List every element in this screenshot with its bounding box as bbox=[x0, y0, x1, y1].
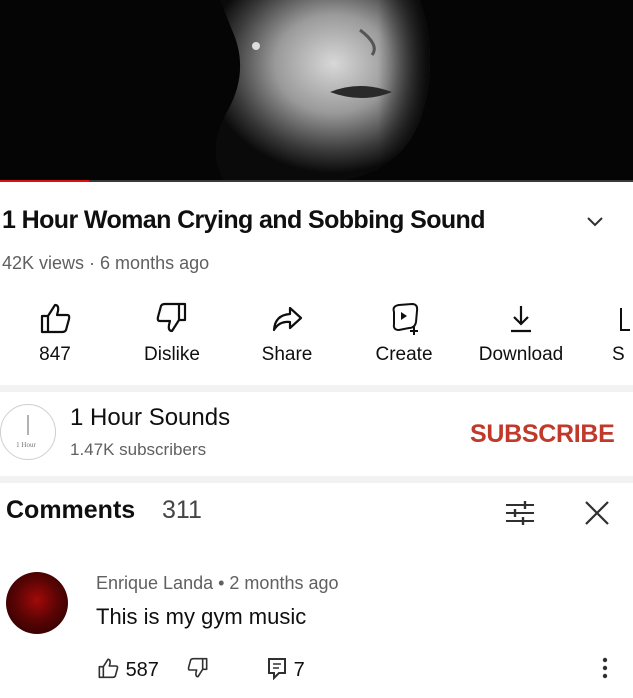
video-player[interactable] bbox=[0, 0, 633, 182]
subscriber-count: 1.47K subscribers bbox=[70, 440, 207, 459]
download-label: Download bbox=[478, 344, 564, 365]
divider bbox=[0, 385, 633, 392]
subscribe-button[interactable]: SUBSCRIBE bbox=[470, 420, 615, 449]
like-count: 847 bbox=[39, 344, 71, 365]
save-button[interactable]: S bbox=[610, 300, 632, 366]
channel-logo-text: 1 Hour bbox=[16, 441, 36, 449]
more-options-icon[interactable] bbox=[600, 655, 610, 681]
comment-dislike-button[interactable] bbox=[186, 656, 210, 682]
thumbs-up-icon bbox=[40, 303, 71, 334]
progress-bar[interactable] bbox=[0, 180, 633, 182]
comment-like-button[interactable]: 587 bbox=[96, 656, 159, 682]
reply-icon bbox=[268, 658, 286, 681]
dislike-label: Dislike bbox=[144, 344, 200, 365]
divider bbox=[0, 476, 633, 483]
save-label: S bbox=[612, 344, 625, 365]
video-thumbnail bbox=[0, 0, 633, 182]
dislike-button[interactable]: Dislike bbox=[130, 300, 214, 366]
thumbs-up-icon bbox=[98, 658, 119, 679]
download-icon bbox=[511, 306, 531, 333]
view-count: 42K views bbox=[2, 253, 85, 273]
video-title: 1 Hour Woman Crying and Sobbing Sound bbox=[2, 206, 485, 234]
channel-logo: 1 Hour bbox=[16, 415, 36, 449]
thumbs-down-icon bbox=[156, 302, 187, 333]
comment-author[interactable]: Enrique Landa bbox=[96, 573, 213, 593]
channel-name[interactable]: 1 Hour Sounds bbox=[70, 404, 230, 432]
comments-count: 311 bbox=[162, 496, 202, 524]
video-meta: 42K views · 6 months ago bbox=[2, 253, 210, 273]
channel-avatar[interactable]: 1 Hour bbox=[0, 404, 56, 460]
save-icon bbox=[620, 308, 630, 331]
share-button[interactable]: Share bbox=[252, 300, 322, 366]
like-button[interactable]: 847 bbox=[20, 300, 90, 366]
close-icon[interactable] bbox=[582, 498, 612, 528]
comments-heading: Comments bbox=[6, 496, 136, 524]
commenter-avatar[interactable] bbox=[6, 572, 68, 634]
create-label: Create bbox=[375, 344, 433, 365]
upload-age: 6 months ago bbox=[100, 253, 210, 273]
progress-fill bbox=[0, 180, 89, 182]
comment-reply-count: 7 bbox=[293, 659, 305, 681]
sort-icon[interactable] bbox=[503, 498, 537, 528]
comment-replies-button[interactable]: 7 bbox=[266, 656, 305, 682]
comment-age: 2 months ago bbox=[229, 573, 339, 593]
thumbs-down-icon bbox=[187, 657, 208, 678]
chevron-down-icon[interactable] bbox=[584, 212, 606, 232]
share-icon bbox=[272, 306, 303, 332]
download-button[interactable]: Download bbox=[472, 300, 570, 366]
create-icon bbox=[392, 302, 419, 335]
share-label: Share bbox=[261, 344, 313, 365]
comment-like-count: 587 bbox=[125, 659, 159, 681]
comment-meta: Enrique Landa • 2 months ago bbox=[96, 573, 339, 593]
create-button[interactable]: Create bbox=[364, 300, 444, 366]
comment-text: This is my gym music bbox=[96, 604, 307, 629]
